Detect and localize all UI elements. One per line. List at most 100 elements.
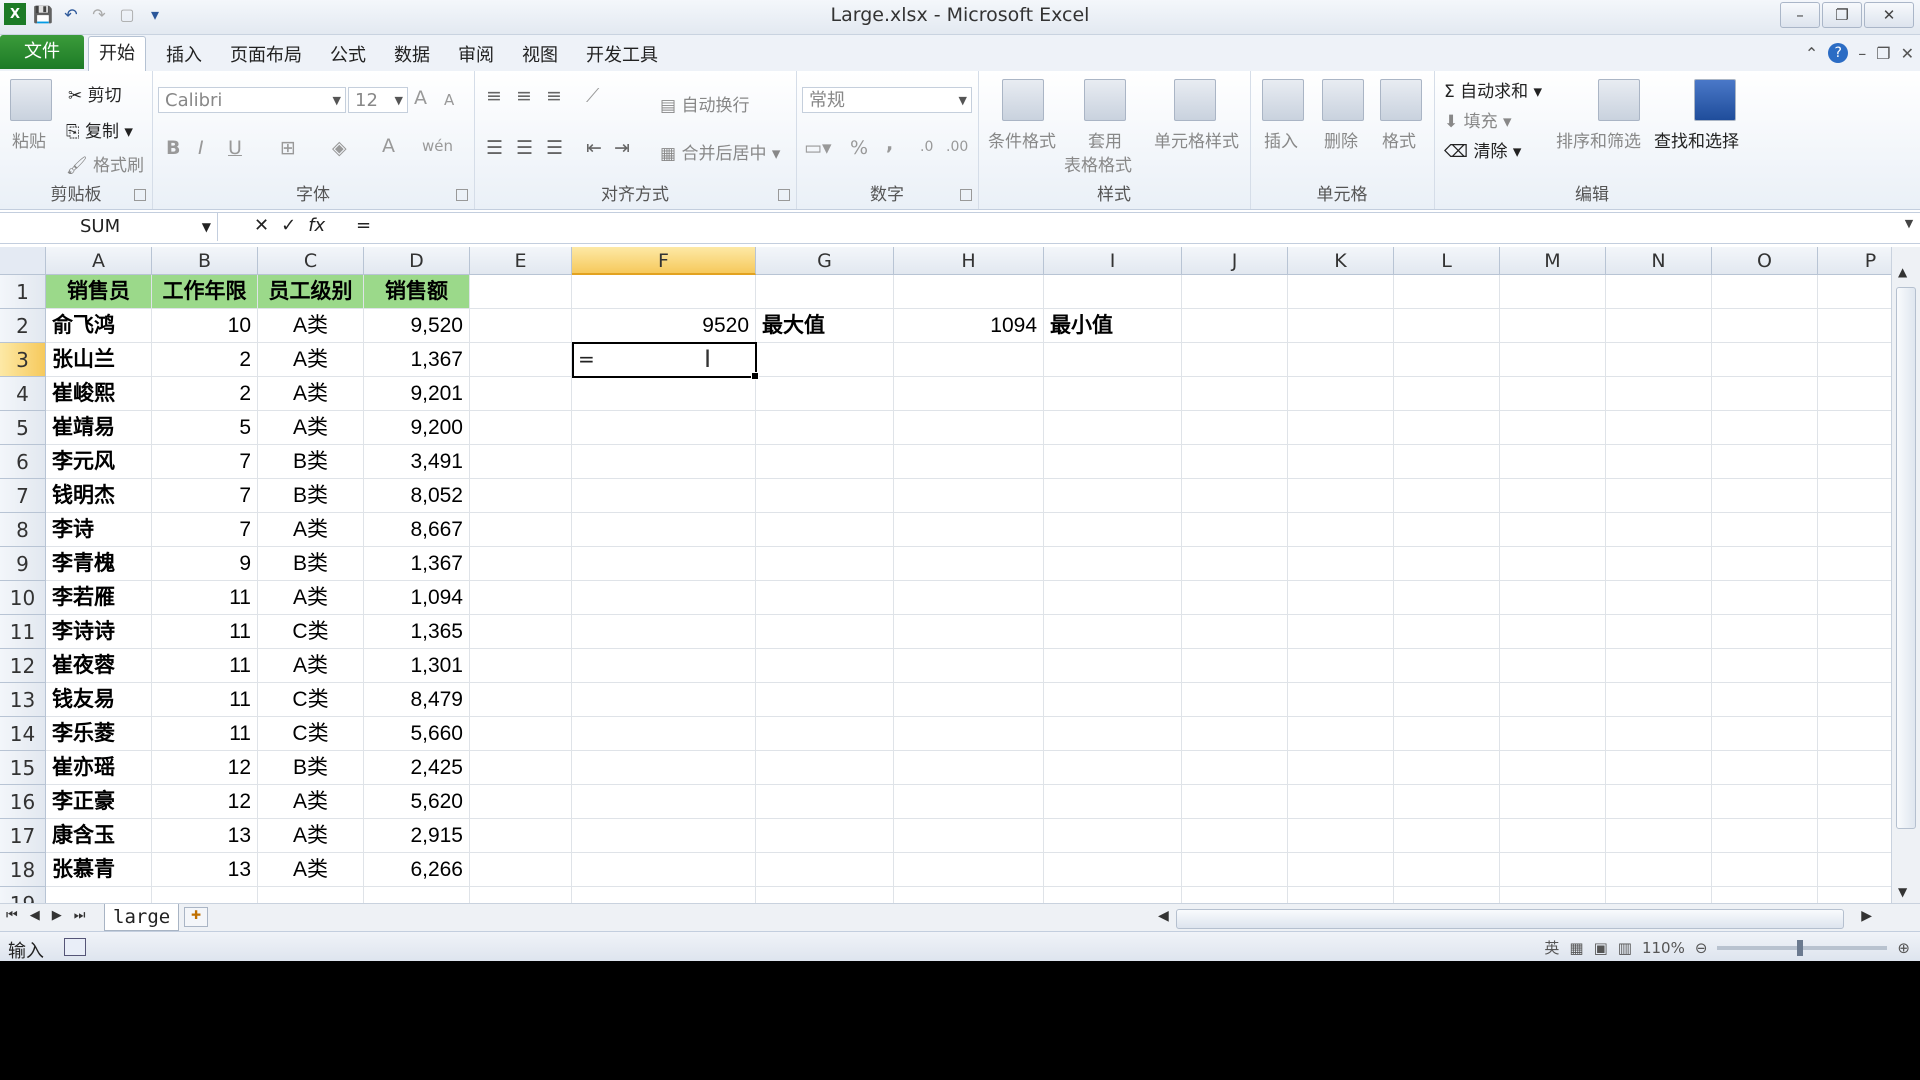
sort-filter-button[interactable]: 排序和筛选 bbox=[1556, 127, 1641, 152]
cell-k6[interactable] bbox=[1288, 445, 1394, 479]
cell-b4[interactable]: 2 bbox=[152, 377, 258, 411]
cell-d19[interactable] bbox=[364, 887, 470, 903]
cell-l1[interactable] bbox=[1394, 275, 1500, 309]
horizontal-scrollbar[interactable]: ◀ ▶ bbox=[1140, 908, 1886, 929]
tab-view[interactable]: 视图 bbox=[522, 41, 558, 67]
cell-c1[interactable]: 员工级别 bbox=[258, 275, 364, 309]
column-header-n[interactable]: N bbox=[1606, 247, 1712, 275]
cell-e11[interactable] bbox=[470, 615, 572, 649]
fill-handle[interactable] bbox=[751, 372, 759, 380]
cell-m18[interactable] bbox=[1500, 853, 1606, 887]
cell-d18[interactable]: 6,266 bbox=[364, 853, 470, 887]
find-select-button[interactable]: 查找和选择 bbox=[1654, 127, 1739, 152]
column-header-f[interactable]: F bbox=[572, 247, 756, 275]
cell-n12[interactable] bbox=[1606, 649, 1712, 683]
align-middle-icon[interactable]: ≡ bbox=[516, 85, 532, 107]
zoom-slider-knob[interactable] bbox=[1797, 939, 1804, 956]
scroll-down-icon[interactable]: ▼ bbox=[1898, 885, 1907, 899]
cell-o4[interactable] bbox=[1712, 377, 1818, 411]
cell-n7[interactable] bbox=[1606, 479, 1712, 513]
cell-d9[interactable]: 1,367 bbox=[364, 547, 470, 581]
cell-c14[interactable]: C类 bbox=[258, 717, 364, 751]
cell-p15[interactable] bbox=[1818, 751, 1892, 785]
cell-m10[interactable] bbox=[1500, 581, 1606, 615]
cell-b15[interactable]: 12 bbox=[152, 751, 258, 785]
cell-b5[interactable]: 5 bbox=[152, 411, 258, 445]
cell-g10[interactable] bbox=[756, 581, 894, 615]
cell-g14[interactable] bbox=[756, 717, 894, 751]
cell-m4[interactable] bbox=[1500, 377, 1606, 411]
cell-c6[interactable]: B类 bbox=[258, 445, 364, 479]
cell-a7[interactable]: 钱明杰 bbox=[46, 479, 152, 513]
cell-n1[interactable] bbox=[1606, 275, 1712, 309]
cell-h5[interactable] bbox=[894, 411, 1044, 445]
cell-j4[interactable] bbox=[1182, 377, 1288, 411]
cell-g9[interactable] bbox=[756, 547, 894, 581]
cell-l14[interactable] bbox=[1394, 717, 1500, 751]
align-right-icon[interactable]: ☰ bbox=[546, 137, 563, 159]
cell-i8[interactable] bbox=[1044, 513, 1182, 547]
cell-o7[interactable] bbox=[1712, 479, 1818, 513]
decrease-indent-icon[interactable]: ⇤ bbox=[586, 137, 602, 159]
cell-n8[interactable] bbox=[1606, 513, 1712, 547]
align-top-icon[interactable]: ≡ bbox=[486, 85, 502, 107]
cell-a17[interactable]: 康含玉 bbox=[46, 819, 152, 853]
cell-h14[interactable] bbox=[894, 717, 1044, 751]
formula-input[interactable]: = bbox=[356, 215, 371, 236]
cell-f18[interactable] bbox=[572, 853, 756, 887]
first-sheet-icon[interactable]: ⏮ bbox=[6, 908, 18, 923]
cell-a3[interactable]: 张山兰 bbox=[46, 343, 152, 377]
cell-i1[interactable] bbox=[1044, 275, 1182, 309]
cell-g12[interactable] bbox=[756, 649, 894, 683]
cell-n6[interactable] bbox=[1606, 445, 1712, 479]
cell-b6[interactable]: 7 bbox=[152, 445, 258, 479]
cell-p17[interactable] bbox=[1818, 819, 1892, 853]
cell-p19[interactable] bbox=[1818, 887, 1892, 903]
cell-m3[interactable] bbox=[1500, 343, 1606, 377]
table-format-button-line1[interactable]: 套用 bbox=[1088, 127, 1122, 152]
cell-n2[interactable] bbox=[1606, 309, 1712, 343]
cell-a8[interactable]: 李诗 bbox=[46, 513, 152, 547]
tab-review[interactable]: 审阅 bbox=[458, 41, 494, 67]
cell-i11[interactable] bbox=[1044, 615, 1182, 649]
fill-button[interactable]: ⬇ 填充 ▾ bbox=[1444, 107, 1512, 132]
cell-e8[interactable] bbox=[470, 513, 572, 547]
bold-button[interactable]: B bbox=[166, 137, 180, 159]
cell-g19[interactable] bbox=[756, 887, 894, 903]
font-launcher-icon[interactable] bbox=[456, 189, 468, 201]
cell-d7[interactable]: 8,052 bbox=[364, 479, 470, 513]
cell-k11[interactable] bbox=[1288, 615, 1394, 649]
cell-i17[interactable] bbox=[1044, 819, 1182, 853]
cell-n11[interactable] bbox=[1606, 615, 1712, 649]
row-header-19[interactable]: 19 bbox=[0, 887, 46, 903]
cell-n9[interactable] bbox=[1606, 547, 1712, 581]
cell-o8[interactable] bbox=[1712, 513, 1818, 547]
cell-o15[interactable] bbox=[1712, 751, 1818, 785]
column-header-g[interactable]: G bbox=[756, 247, 894, 275]
cell-b7[interactable]: 7 bbox=[152, 479, 258, 513]
cell-n16[interactable] bbox=[1606, 785, 1712, 819]
cell-j16[interactable] bbox=[1182, 785, 1288, 819]
cell-a6[interactable]: 李元风 bbox=[46, 445, 152, 479]
cut-button[interactable]: ✂ 剪切 bbox=[68, 81, 122, 106]
cell-e9[interactable] bbox=[470, 547, 572, 581]
close-button[interactable]: ✕ bbox=[1864, 2, 1914, 28]
row-header-13[interactable]: 13 bbox=[0, 683, 46, 717]
cell-h1[interactable] bbox=[894, 275, 1044, 309]
cell-k9[interactable] bbox=[1288, 547, 1394, 581]
shrink-font-icon[interactable]: A bbox=[444, 91, 454, 109]
cell-b1[interactable]: 工作年限 bbox=[152, 275, 258, 309]
cell-b9[interactable]: 9 bbox=[152, 547, 258, 581]
cell-m14[interactable] bbox=[1500, 717, 1606, 751]
active-cell-f3[interactable]: = bbox=[572, 342, 759, 380]
cell-o1[interactable] bbox=[1712, 275, 1818, 309]
cell-i3[interactable] bbox=[1044, 343, 1182, 377]
conditional-format-button[interactable]: 条件格式 bbox=[988, 127, 1056, 152]
sheet-tab-large[interactable]: large bbox=[104, 904, 180, 931]
cell-j10[interactable] bbox=[1182, 581, 1288, 615]
cell-l15[interactable] bbox=[1394, 751, 1500, 785]
cell-p10[interactable] bbox=[1818, 581, 1892, 615]
cell-f7[interactable] bbox=[572, 479, 756, 513]
zoom-in-icon[interactable]: ⊕ bbox=[1897, 939, 1910, 957]
cell-j8[interactable] bbox=[1182, 513, 1288, 547]
